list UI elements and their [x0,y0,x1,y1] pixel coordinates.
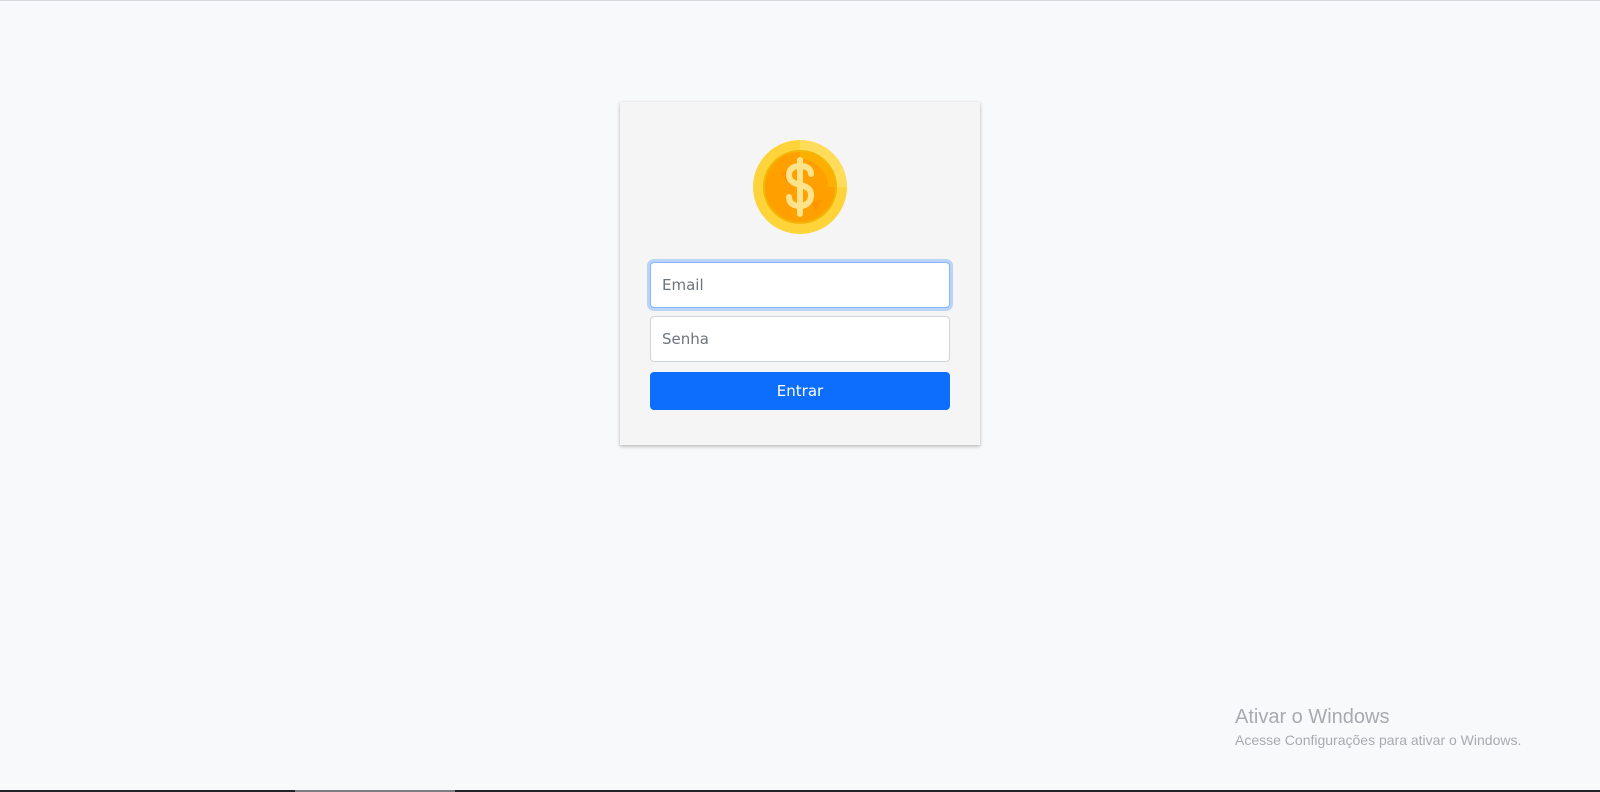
login-card: Entrar [620,102,980,445]
windows-activation-watermark: Ativar o Windows Acesse Configurações pa… [1235,705,1521,750]
login-button[interactable]: Entrar [650,372,950,410]
page-top-border [0,0,1600,1]
password-field[interactable] [650,316,950,362]
coin-dollar-icon [752,139,848,235]
email-field[interactable] [650,262,950,308]
watermark-title: Ativar o Windows [1235,706,1390,728]
watermark-subtitle: Acesse Configurações para ativar o Windo… [1235,732,1522,748]
